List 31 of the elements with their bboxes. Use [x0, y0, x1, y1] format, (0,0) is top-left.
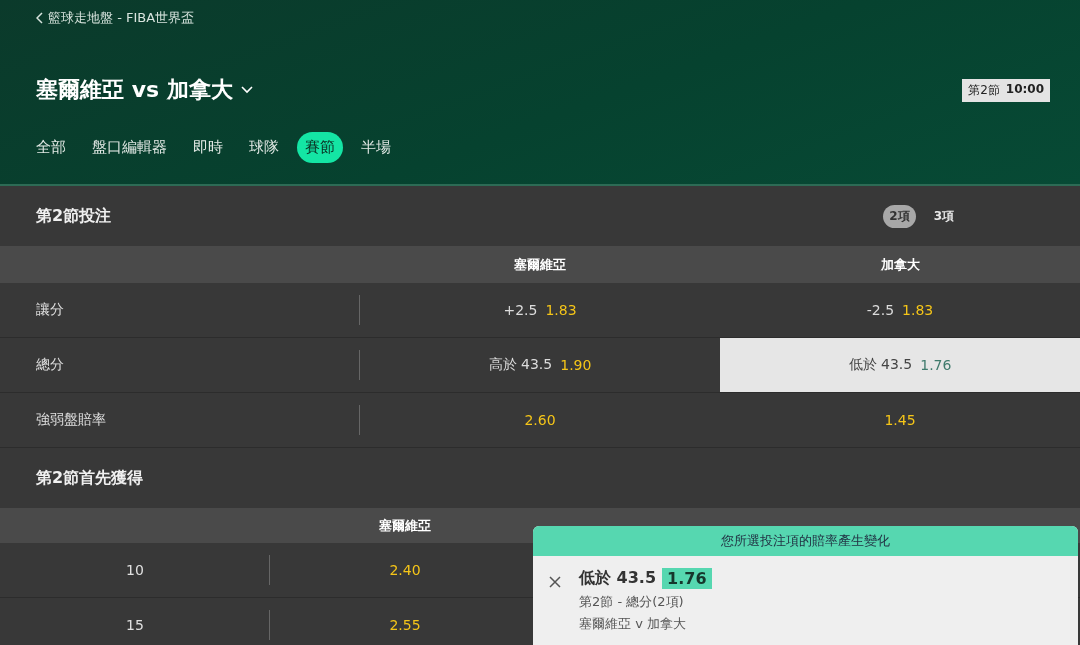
odds-button[interactable]: +2.5 1.83	[360, 283, 720, 338]
tab[interactable]: 即時	[185, 132, 231, 163]
close-icon[interactable]	[547, 574, 563, 590]
market-label: 10	[126, 562, 144, 578]
chevron-down-icon[interactable]	[240, 86, 253, 94]
line-toggle[interactable]: 2項	[883, 204, 916, 228]
event-name: 塞爾維亞 v 加拿大	[579, 615, 687, 633]
game-clock: 第2節 10:00	[962, 78, 1050, 102]
new-odds: 1.76	[662, 568, 712, 589]
line-toggle[interactable]: 3項	[927, 204, 960, 228]
column-header: 塞爾維亞	[360, 246, 720, 283]
selection-name: 低於 43.5	[579, 568, 657, 589]
tab[interactable]: 全部	[28, 132, 74, 163]
market-name: 第2節 - 總分(2項)	[579, 593, 685, 611]
column-header: 塞爾維亞	[270, 508, 540, 543]
market-label: 總分	[36, 356, 64, 374]
breadcrumb-link[interactable]: 籃球走地盤 - FIBA世界盃	[36, 8, 1050, 28]
column-header: 加拿大	[720, 246, 1080, 283]
tab[interactable]: 盤口編輯器	[84, 132, 175, 163]
tab[interactable]: 半場	[353, 132, 399, 163]
odds-button[interactable]: 低於 43.5 1.76	[720, 338, 1080, 393]
match-title: 塞爾維亞 vs 加拿大	[36, 76, 233, 104]
section-title: 第2節投注	[36, 205, 112, 227]
section-title: 第2節首先獲得	[36, 467, 144, 489]
tab[interactable]: 球隊	[241, 132, 287, 163]
market-label: 15	[126, 617, 144, 633]
popup-banner: 您所選投注項的賠率產生變化	[533, 526, 1078, 556]
market-label: 讓分	[36, 301, 64, 319]
tab[interactable]: 賽節	[297, 132, 343, 163]
back-icon	[36, 12, 44, 24]
market-label: 強弱盤賠率	[36, 411, 106, 429]
